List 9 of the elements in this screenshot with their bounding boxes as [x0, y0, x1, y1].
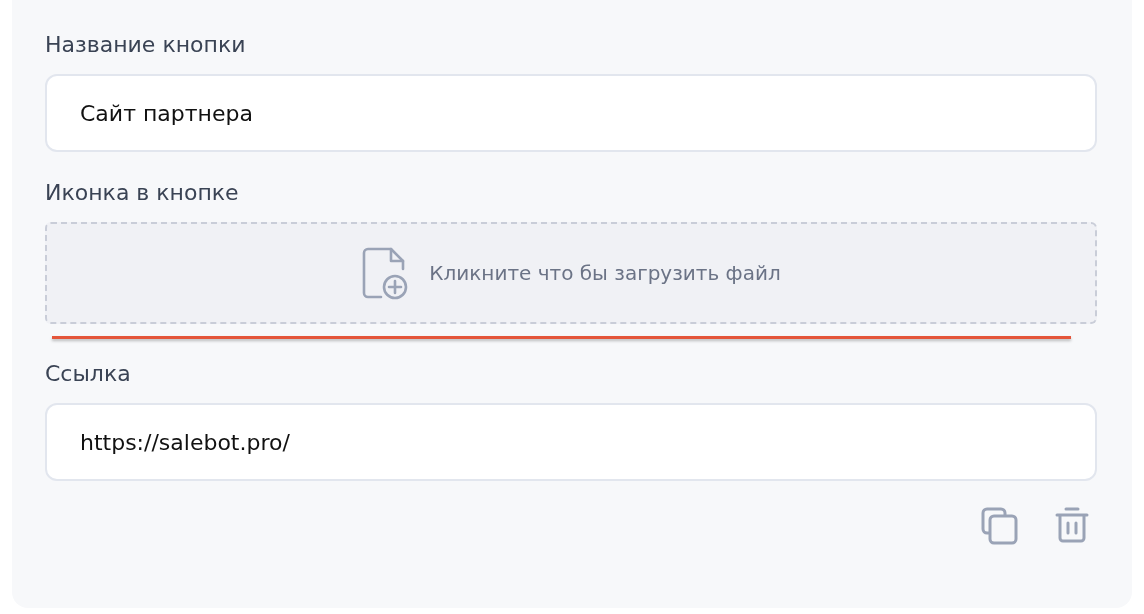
field-label: Иконка в кнопке	[45, 179, 240, 207]
copy-icon[interactable]	[981, 507, 1019, 545]
file-add-icon	[361, 245, 410, 301]
trash-icon[interactable]	[1055, 507, 1089, 543]
input-field[interactable]: https://salebot.pro/	[45, 403, 1097, 481]
upload-zone[interactable]: Кликните что бы загрузить файл	[45, 222, 1097, 324]
field-label: Ссылка	[45, 360, 132, 388]
input-field[interactable]: Сайт партнера	[45, 74, 1097, 152]
field-label: Название кнопки	[45, 31, 247, 59]
